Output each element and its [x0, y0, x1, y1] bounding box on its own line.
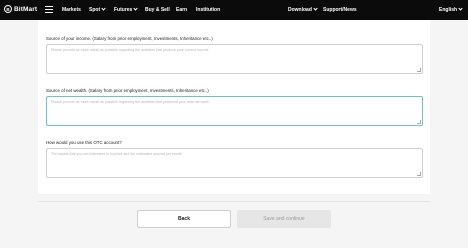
language-selector[interactable]: English [439, 6, 463, 13]
nav-markets-label: Markets [62, 7, 81, 13]
nav-buy-sell[interactable]: Buy & Sell [145, 7, 170, 13]
bitmart-logo[interactable]: B BitMart [4, 5, 37, 13]
bitmart-logo-icon: B [4, 5, 12, 13]
nav-spot-label: Spot [89, 7, 101, 13]
nav-earn[interactable]: Earn [176, 7, 187, 13]
resize-handle-icon[interactable] [417, 68, 421, 72]
otc-usage-textarea[interactable]: The assets that you are interested in bu… [46, 148, 423, 178]
language-label: English [439, 7, 458, 13]
nav-futures[interactable]: Futures [114, 6, 138, 13]
nav-support-news-label: Support/News [323, 7, 357, 13]
resize-handle-icon[interactable] [417, 172, 421, 176]
nav-support-news[interactable]: Support/News [323, 7, 357, 13]
nav-download-label: Download [288, 7, 312, 13]
income-source-placeholder: Please provide as much detail as possibl… [51, 48, 209, 52]
nav-download[interactable]: Download [288, 6, 318, 13]
income-source-textarea[interactable]: Please provide as much detail as possibl… [46, 44, 423, 74]
top-nav-bar: B BitMart Markets Spot Futures Buy & Sel… [0, 0, 468, 20]
resize-handle-icon[interactable] [417, 120, 421, 124]
nav-earn-label: Earn [176, 7, 188, 13]
chevron-down-icon [133, 6, 138, 11]
nav-institution[interactable]: Institution [196, 7, 220, 13]
logo-text: BitMart [14, 5, 38, 13]
nav-buy-sell-label: Buy & Sell [145, 7, 170, 13]
nav-spot[interactable]: Spot [89, 6, 106, 13]
nav-institution-label: Institution [196, 7, 221, 13]
hamburger-menu-icon[interactable] [45, 6, 53, 13]
divider [38, 201, 430, 202]
otc-usage-label: How would you use this OTC account? [46, 140, 122, 145]
net-wealth-label: Source of net wealth. (Salary from prior… [46, 88, 209, 93]
back-button[interactable]: Back [137, 210, 231, 228]
nav-futures-label: Futures [114, 7, 133, 13]
save-and-continue-button[interactable]: Save and continue [237, 210, 331, 228]
chevron-down-icon [101, 6, 106, 11]
net-wealth-placeholder: Please provide as much detail as possibl… [51, 100, 210, 104]
chevron-down-icon [458, 6, 463, 11]
net-wealth-textarea[interactable]: Please provide as much detail as possibl… [46, 96, 423, 126]
otc-usage-placeholder: The assets that you are interested in bu… [51, 152, 183, 156]
chevron-down-icon [313, 6, 318, 11]
income-source-label: Source of your income. (Salary from prio… [46, 36, 213, 41]
nav-markets[interactable]: Markets [62, 7, 81, 13]
